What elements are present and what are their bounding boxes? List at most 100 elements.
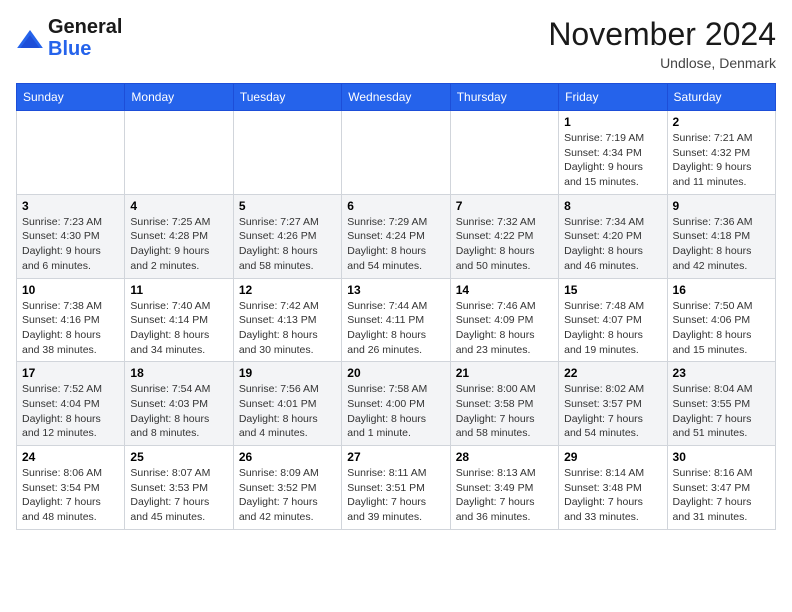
day-number: 3 [22,199,119,213]
day-info: Sunrise: 7:27 AMSunset: 4:26 PMDaylight:… [239,215,336,274]
day-cell-2-4: 14 Sunrise: 7:46 AMSunset: 4:09 PMDaylig… [450,278,558,362]
day-cell-0-6: 2 Sunrise: 7:21 AMSunset: 4:32 PMDayligh… [667,111,775,195]
logo-icon [16,30,44,48]
day-number: 2 [673,115,770,129]
day-number: 9 [673,199,770,213]
day-number: 18 [130,366,227,380]
day-info: Sunrise: 8:09 AMSunset: 3:52 PMDaylight:… [239,466,336,525]
day-info: Sunrise: 7:42 AMSunset: 4:13 PMDaylight:… [239,299,336,358]
day-info: Sunrise: 7:46 AMSunset: 4:09 PMDaylight:… [456,299,553,358]
day-info: Sunrise: 7:56 AMSunset: 4:01 PMDaylight:… [239,382,336,441]
day-cell-3-3: 20 Sunrise: 7:58 AMSunset: 4:00 PMDaylig… [342,362,450,446]
day-info: Sunrise: 7:36 AMSunset: 4:18 PMDaylight:… [673,215,770,274]
day-cell-4-1: 25 Sunrise: 8:07 AMSunset: 3:53 PMDaylig… [125,446,233,530]
day-number: 16 [673,283,770,297]
day-info: Sunrise: 7:40 AMSunset: 4:14 PMDaylight:… [130,299,227,358]
day-info: Sunrise: 7:38 AMSunset: 4:16 PMDaylight:… [22,299,119,358]
day-cell-0-2 [233,111,341,195]
day-number: 10 [22,283,119,297]
day-info: Sunrise: 8:00 AMSunset: 3:58 PMDaylight:… [456,382,553,441]
day-cell-0-4 [450,111,558,195]
header-thursday: Thursday [450,84,558,111]
logo-blue: Blue [48,38,91,60]
day-info: Sunrise: 8:13 AMSunset: 3:49 PMDaylight:… [456,466,553,525]
week-row-5: 24 Sunrise: 8:06 AMSunset: 3:54 PMDaylig… [17,446,776,530]
day-cell-3-4: 21 Sunrise: 8:00 AMSunset: 3:58 PMDaylig… [450,362,558,446]
location: Undlose, Denmark [548,55,776,71]
day-cell-3-2: 19 Sunrise: 7:56 AMSunset: 4:01 PMDaylig… [233,362,341,446]
day-number: 6 [347,199,444,213]
day-number: 7 [456,199,553,213]
day-cell-0-3 [342,111,450,195]
day-number: 11 [130,283,227,297]
day-info: Sunrise: 8:11 AMSunset: 3:51 PMDaylight:… [347,466,444,525]
day-cell-3-6: 23 Sunrise: 8:04 AMSunset: 3:55 PMDaylig… [667,362,775,446]
page-header: General Blue November 2024 Undlose, Denm… [16,16,776,71]
day-number: 23 [673,366,770,380]
day-info: Sunrise: 7:19 AMSunset: 4:34 PMDaylight:… [564,131,661,190]
week-row-2: 3 Sunrise: 7:23 AMSunset: 4:30 PMDayligh… [17,194,776,278]
day-cell-4-5: 29 Sunrise: 8:14 AMSunset: 3:48 PMDaylig… [559,446,667,530]
day-number: 22 [564,366,661,380]
day-number: 29 [564,450,661,464]
logo-general: General [48,16,122,38]
day-number: 1 [564,115,661,129]
day-info: Sunrise: 7:58 AMSunset: 4:00 PMDaylight:… [347,382,444,441]
day-cell-1-2: 5 Sunrise: 7:27 AMSunset: 4:26 PMDayligh… [233,194,341,278]
day-cell-3-1: 18 Sunrise: 7:54 AMSunset: 4:03 PMDaylig… [125,362,233,446]
day-info: Sunrise: 7:32 AMSunset: 4:22 PMDaylight:… [456,215,553,274]
title-area: November 2024 Undlose, Denmark [548,16,776,71]
day-info: Sunrise: 8:14 AMSunset: 3:48 PMDaylight:… [564,466,661,525]
day-number: 24 [22,450,119,464]
day-cell-2-2: 12 Sunrise: 7:42 AMSunset: 4:13 PMDaylig… [233,278,341,362]
day-number: 19 [239,366,336,380]
header-saturday: Saturday [667,84,775,111]
day-number: 30 [673,450,770,464]
logo: General Blue [16,16,122,60]
day-number: 17 [22,366,119,380]
day-info: Sunrise: 8:06 AMSunset: 3:54 PMDaylight:… [22,466,119,525]
week-row-1: 1 Sunrise: 7:19 AMSunset: 4:34 PMDayligh… [17,111,776,195]
day-info: Sunrise: 7:23 AMSunset: 4:30 PMDaylight:… [22,215,119,274]
header-friday: Friday [559,84,667,111]
day-cell-4-4: 28 Sunrise: 8:13 AMSunset: 3:49 PMDaylig… [450,446,558,530]
day-cell-3-0: 17 Sunrise: 7:52 AMSunset: 4:04 PMDaylig… [17,362,125,446]
day-info: Sunrise: 7:54 AMSunset: 4:03 PMDaylight:… [130,382,227,441]
month-title: November 2024 [548,16,776,53]
day-number: 25 [130,450,227,464]
day-info: Sunrise: 8:07 AMSunset: 3:53 PMDaylight:… [130,466,227,525]
day-cell-4-2: 26 Sunrise: 8:09 AMSunset: 3:52 PMDaylig… [233,446,341,530]
week-row-4: 17 Sunrise: 7:52 AMSunset: 4:04 PMDaylig… [17,362,776,446]
day-cell-0-1 [125,111,233,195]
day-info: Sunrise: 7:44 AMSunset: 4:11 PMDaylight:… [347,299,444,358]
day-number: 13 [347,283,444,297]
day-cell-0-5: 1 Sunrise: 7:19 AMSunset: 4:34 PMDayligh… [559,111,667,195]
day-info: Sunrise: 7:50 AMSunset: 4:06 PMDaylight:… [673,299,770,358]
day-cell-1-3: 6 Sunrise: 7:29 AMSunset: 4:24 PMDayligh… [342,194,450,278]
day-cell-1-0: 3 Sunrise: 7:23 AMSunset: 4:30 PMDayligh… [17,194,125,278]
day-cell-1-4: 7 Sunrise: 7:32 AMSunset: 4:22 PMDayligh… [450,194,558,278]
day-cell-1-1: 4 Sunrise: 7:25 AMSunset: 4:28 PMDayligh… [125,194,233,278]
day-info: Sunrise: 7:48 AMSunset: 4:07 PMDaylight:… [564,299,661,358]
day-info: Sunrise: 7:29 AMSunset: 4:24 PMDaylight:… [347,215,444,274]
day-info: Sunrise: 8:02 AMSunset: 3:57 PMDaylight:… [564,382,661,441]
day-cell-0-0 [17,111,125,195]
day-cell-1-5: 8 Sunrise: 7:34 AMSunset: 4:20 PMDayligh… [559,194,667,278]
day-number: 12 [239,283,336,297]
day-info: Sunrise: 7:21 AMSunset: 4:32 PMDaylight:… [673,131,770,190]
day-number: 27 [347,450,444,464]
header-monday: Monday [125,84,233,111]
week-row-3: 10 Sunrise: 7:38 AMSunset: 4:16 PMDaylig… [17,278,776,362]
day-cell-4-3: 27 Sunrise: 8:11 AMSunset: 3:51 PMDaylig… [342,446,450,530]
day-cell-1-6: 9 Sunrise: 7:36 AMSunset: 4:18 PMDayligh… [667,194,775,278]
day-number: 8 [564,199,661,213]
day-number: 5 [239,199,336,213]
calendar: Sunday Monday Tuesday Wednesday Thursday… [16,83,776,530]
header-sunday: Sunday [17,84,125,111]
day-cell-4-0: 24 Sunrise: 8:06 AMSunset: 3:54 PMDaylig… [17,446,125,530]
day-number: 28 [456,450,553,464]
day-cell-2-1: 11 Sunrise: 7:40 AMSunset: 4:14 PMDaylig… [125,278,233,362]
day-number: 21 [456,366,553,380]
header-wednesday: Wednesday [342,84,450,111]
day-cell-2-0: 10 Sunrise: 7:38 AMSunset: 4:16 PMDaylig… [17,278,125,362]
